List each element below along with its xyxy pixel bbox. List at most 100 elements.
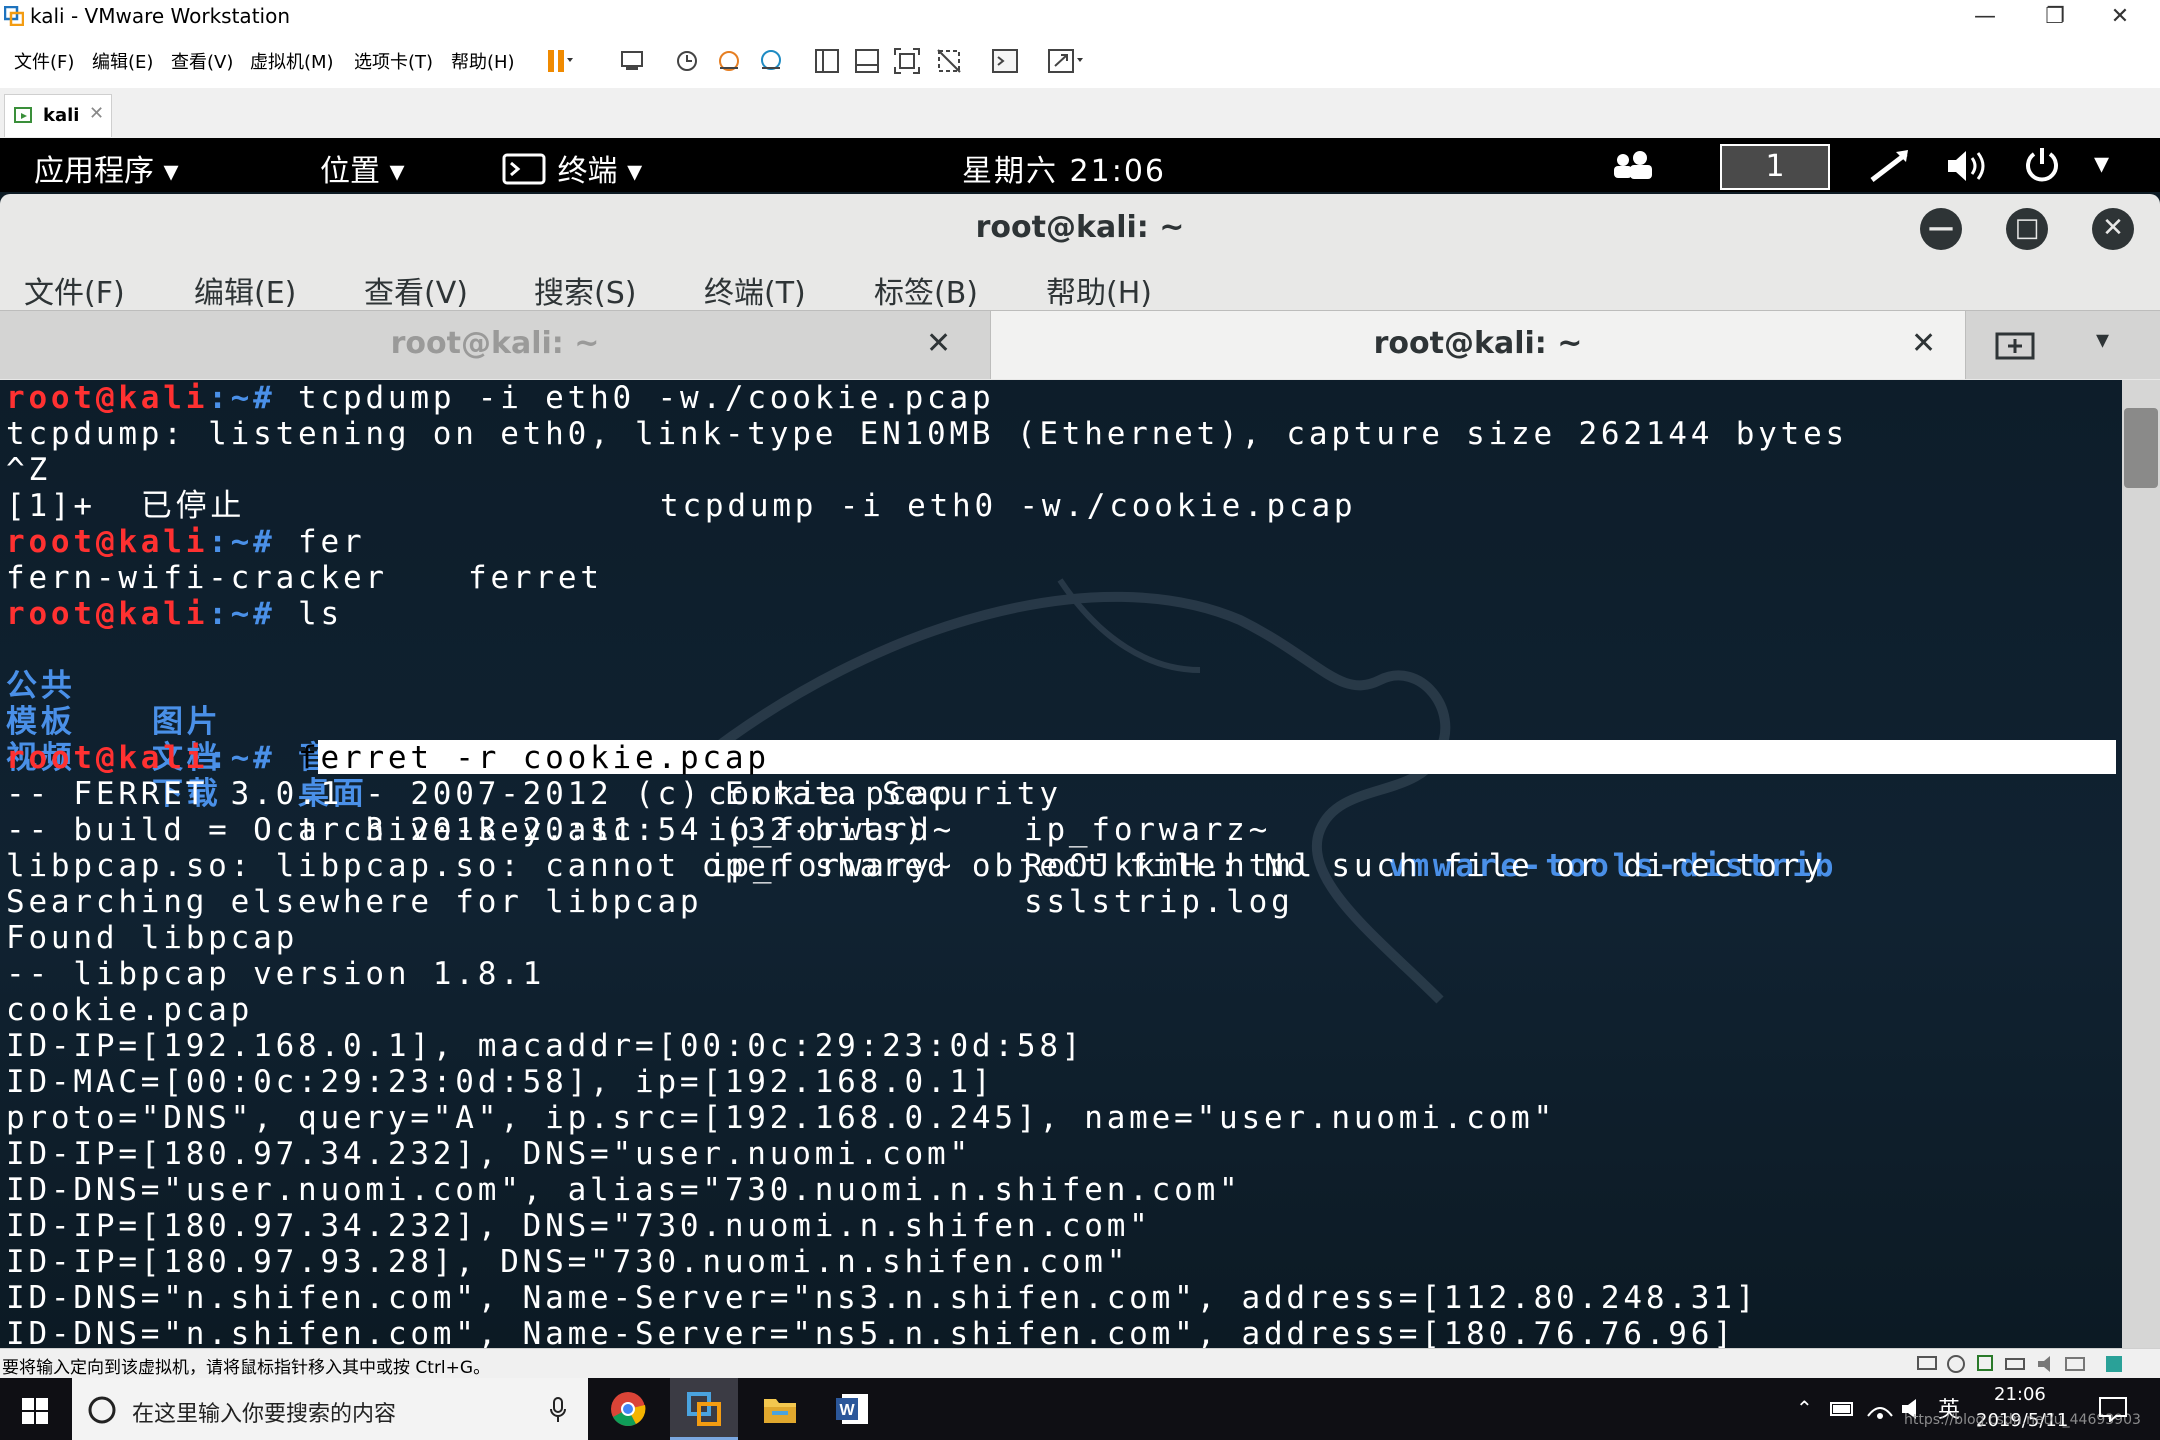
terminal-tab-1[interactable]: root@kali: ~ ✕	[0, 311, 990, 379]
sidebar-toggle-icon[interactable]	[812, 46, 842, 76]
menu-file[interactable]: 文件(F)	[14, 48, 74, 74]
term-menu-search[interactable]: 搜索(S)	[534, 268, 636, 312]
system-menu-arrow-icon[interactable]: ▾	[2094, 146, 2109, 181]
prompt-user: root@kali	[6, 380, 209, 416]
snapshot-icon[interactable]	[672, 46, 702, 76]
minimize-button[interactable]: —	[1955, 0, 2015, 34]
applications-menu[interactable]: 应用程序 ▾	[34, 146, 179, 190]
output-line: proto="DNS", query="A", ip.src=[192.168.…	[6, 1100, 1556, 1136]
completion-item: ferret	[468, 560, 603, 596]
output-line: -- FERRET 3.0.1 - 2007-2012 (c) Errata S…	[6, 776, 1062, 812]
terminal-menu-bar: 文件(F) 编辑(E) 查看(V) 搜索(S) 终端(T) 标签(B) 帮助(H…	[0, 260, 2160, 312]
prompt-suffix: :~#	[208, 524, 276, 560]
menu-help[interactable]: 帮助(H)	[451, 48, 515, 74]
term-menu-help[interactable]: 帮助(H)	[1046, 268, 1152, 312]
terminal-line: root@kali:~# ferret -r cookie.pcap	[6, 740, 770, 776]
job-status: [1]+ 已停止	[6, 488, 246, 524]
term-menu-file[interactable]: 文件(F)	[24, 268, 125, 312]
gnome-top-panel: 应用程序 ▾ 位置 ▾ 终端 ▾ 星期六 21:06 1 ▾	[0, 138, 2160, 192]
close-tab-icon[interactable]: ✕	[89, 103, 104, 124]
close-button[interactable]: ✕	[2090, 0, 2150, 34]
terminal-maximize-button[interactable]: □	[2006, 208, 2048, 250]
taskbar-time[interactable]: 21:06	[1994, 1384, 2046, 1405]
output-line: Found libpcap	[6, 920, 299, 956]
terminal-line: ^Z	[6, 452, 51, 488]
tray-overflow-icon[interactable]: ⌃	[1796, 1396, 1813, 1420]
terminal-scrollbar[interactable]	[2122, 380, 2160, 1348]
output-line: libpcap.so: libpcap.so: cannot open shar…	[6, 848, 1826, 884]
battery-icon[interactable]	[1830, 1398, 1856, 1420]
prompt-suffix: :~#	[208, 380, 276, 416]
scrollbar-thumb[interactable]	[2124, 408, 2158, 488]
windows-taskbar: 在这里输入你要搜索的内容 W ⌃ 英 21:06 2019/5/11 https…	[0, 1378, 2160, 1440]
output-line: ID-MAC=[00:0c:29:23:0d:58], ip=[192.168.…	[6, 1064, 995, 1100]
terminal-tab-2-label: root@kali: ~	[1373, 326, 1583, 361]
vmware-app-icon	[4, 6, 24, 26]
places-menu[interactable]: 位置 ▾	[320, 146, 405, 190]
close-tab-2-icon[interactable]: ✕	[1911, 311, 1936, 377]
vmware-taskbar-icon[interactable]	[670, 1378, 738, 1440]
output-line: cookie.pcap	[6, 992, 254, 1028]
network-wired-icon[interactable]	[1866, 146, 1916, 186]
term-menu-terminal[interactable]: 终端(T)	[704, 268, 806, 312]
output-line: -- build = Oct 3 2013 20:11:54 (32-bits)	[6, 812, 928, 848]
wifi-icon[interactable]	[1866, 1396, 1894, 1422]
revert-snapshot-icon[interactable]	[714, 46, 744, 76]
volume-icon[interactable]	[1944, 146, 1994, 186]
term-menu-tabs[interactable]: 标签(B)	[874, 268, 978, 312]
terminal-line: root@kali:~# fer	[6, 524, 365, 560]
output-line: ID-DNS="n.shifen.com", Name-Server="ns5.…	[6, 1316, 1736, 1348]
menu-edit[interactable]: 编辑(E)	[92, 48, 153, 74]
file-explorer-taskbar-icon[interactable]	[746, 1378, 814, 1440]
power-icon[interactable]	[2020, 144, 2064, 186]
snapshot-manager-icon[interactable]	[756, 46, 786, 76]
prompt-user: root@kali	[6, 740, 209, 776]
menu-view[interactable]: 查看(V)	[171, 48, 233, 74]
search-placeholder: 在这里输入你要搜索的内容	[132, 1402, 397, 1427]
terminal-output[interactable]: root@kali:~# tcpdump -i eth0 -w./cookie.…	[0, 380, 2122, 1348]
guest-display[interactable]: 应用程序 ▾ 位置 ▾ 终端 ▾ 星期六 21:06 1 ▾ root@kali…	[0, 138, 2160, 1348]
new-tab-icon[interactable]	[1994, 329, 2038, 361]
menu-tabs[interactable]: 选项卡(T)	[354, 48, 433, 74]
vmware-tab-strip: kali ✕	[0, 88, 2160, 139]
windows-start-icon[interactable]	[22, 1398, 48, 1424]
unity-icon[interactable]	[934, 46, 964, 76]
clock[interactable]: 星期六 21:06	[962, 146, 1166, 190]
terminal-tab-2[interactable]: root@kali: ~ ✕	[990, 311, 1966, 379]
svg-text:W: W	[839, 1402, 855, 1419]
chrome-taskbar-icon[interactable]	[594, 1378, 662, 1440]
places-label: 位置	[320, 154, 380, 189]
terminal-label: 终端	[557, 154, 618, 189]
vmware-title-bar: kali - VMware Workstation — ❐ ✕	[0, 0, 2160, 34]
people-icon[interactable]	[1610, 148, 1656, 182]
device-status-icons[interactable]	[1916, 1353, 2126, 1375]
send-keys-icon[interactable]	[618, 46, 648, 76]
terminal-line: root@kali:~# tcpdump -i eth0 -w./cookie.…	[6, 380, 994, 416]
fullscreen-icon[interactable]	[892, 46, 922, 76]
pause-icon[interactable]	[544, 46, 574, 76]
console-view-icon[interactable]	[990, 46, 1020, 76]
terminal-line: tcpdump: listening on eth0, link-type EN…	[6, 416, 1849, 452]
terminal-close-button[interactable]: ✕	[2092, 208, 2134, 250]
restore-button[interactable]: ❐	[2025, 0, 2085, 34]
thumbnail-bar-icon[interactable]	[852, 46, 882, 76]
terminal-title: root@kali: ~	[975, 210, 1185, 245]
tab-kali[interactable]: kali ✕	[4, 94, 112, 137]
terminal-app-menu[interactable]: 终端 ▾	[502, 146, 642, 190]
status-message: 要将输入定向到该虚拟机，请将鼠标指针移入其中或按 Ctrl+G。	[2, 1358, 491, 1378]
command-text: fer	[275, 524, 366, 560]
command-text: ferret -r cookie.pcap	[298, 740, 770, 776]
tab-menu-arrow-icon[interactable]: ▾	[2096, 325, 2109, 355]
term-menu-view[interactable]: 查看(V)	[364, 268, 468, 312]
menu-vm[interactable]: 虚拟机(M)	[250, 48, 334, 74]
word-taskbar-icon[interactable]: W	[818, 1378, 886, 1440]
term-menu-edit[interactable]: 编辑(E)	[194, 268, 296, 312]
workspace-indicator[interactable]: 1	[1720, 144, 1830, 190]
stretch-view-icon[interactable]	[1046, 46, 1083, 76]
action-center-icon[interactable]	[2098, 1396, 2128, 1422]
microphone-icon[interactable]	[548, 1396, 568, 1424]
output-line: Searching elsewhere for libpcap	[6, 884, 703, 920]
close-tab-1-icon[interactable]: ✕	[926, 311, 951, 377]
taskbar-search-box[interactable]: 在这里输入你要搜索的内容	[72, 1378, 588, 1440]
terminal-minimize-button[interactable]: —	[1920, 208, 1962, 250]
